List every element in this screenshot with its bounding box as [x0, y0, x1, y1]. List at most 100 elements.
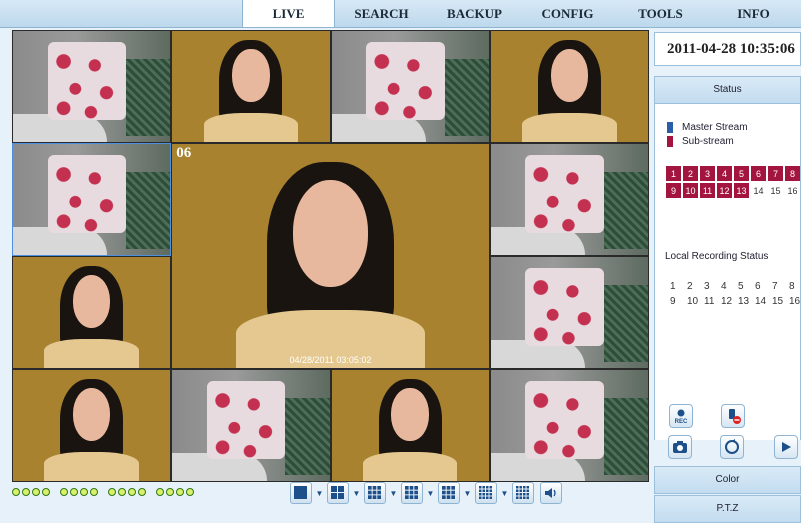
layout-dropdown-arrow[interactable]: ▼ [386, 489, 401, 498]
stream-channel: 4 [717, 166, 732, 181]
recording-channel: 10 [687, 296, 699, 307]
camera-tile-featured[interactable]: 06 04/28/2011 03:05:02 [171, 143, 490, 369]
right-sidebar: 2011-04-28 10:35:06 Status Master Stream… [654, 30, 801, 523]
main-tabs: LIVE SEARCH BACKUP CONFIG TOOLS INFO [242, 0, 800, 27]
channel-led [156, 488, 164, 496]
led-spacer [148, 488, 156, 496]
channel-led [60, 488, 68, 496]
svg-text:REC: REC [675, 419, 688, 425]
layout-16-button[interactable] [512, 482, 534, 504]
scene-bag [47, 155, 127, 233]
layout-dropdown-arrow[interactable]: ▼ [460, 489, 475, 498]
stream-channel: 13 [734, 183, 749, 198]
tab-live[interactable]: LIVE [242, 0, 335, 27]
stream-channel-grid: 1 2 3 4 5 6 7 8 9 10 11 12 13 14 15 16 [666, 166, 800, 198]
recording-channel: 9 [670, 296, 676, 307]
stream-channel: 16 [787, 185, 798, 196]
layout-grid-icon [294, 486, 307, 499]
local-recording-title: Local Recording Status [665, 251, 769, 262]
camera-tile[interactable] [489, 143, 649, 256]
channel-led [80, 488, 88, 496]
camera-tile[interactable] [330, 369, 490, 482]
tab-tools[interactable]: TOOLS [614, 0, 707, 27]
record-button[interactable]: REC [669, 404, 693, 428]
layout-dropdown-arrow[interactable]: ▼ [497, 489, 512, 498]
sub-stream-legend: Sub-stream [667, 136, 734, 147]
top-nav-bar: LIVE SEARCH BACKUP CONFIG TOOLS INFO [0, 0, 801, 28]
ptz-panel-header[interactable]: P.T.Z [654, 495, 801, 523]
stream-channel: 2 [683, 166, 698, 181]
layout-4-button[interactable] [327, 482, 349, 504]
featured-channel-label: 06 [176, 145, 192, 161]
channel-led [32, 488, 40, 496]
bottom-toolbar: ▼ ▼ ▼ ▼ ▼ ▼ [12, 482, 652, 512]
stream-channel: 10 [683, 183, 698, 198]
audio-button[interactable] [540, 482, 562, 504]
scene-body [44, 452, 139, 481]
color-panel-header[interactable]: Color [654, 466, 801, 494]
stream-channel: 14 [753, 185, 764, 196]
scene-bag [525, 155, 604, 233]
layout-1-button[interactable] [290, 482, 312, 504]
stream-channel: 9 [666, 183, 681, 198]
status-panel-header[interactable]: Status [654, 76, 801, 104]
camera-tile[interactable] [12, 256, 172, 369]
layout-8-button[interactable] [401, 482, 423, 504]
layout-13-button[interactable] [475, 482, 497, 504]
recording-channel: 11 [704, 296, 715, 307]
recording-channel-grid: 1 2 3 4 5 6 7 8 9 10 11 12 13 14 15 16 [670, 279, 801, 309]
channel-led [108, 488, 116, 496]
camera-icon [673, 441, 687, 453]
scene-body [203, 113, 299, 142]
channel-led [186, 488, 194, 496]
camera-tile[interactable] [330, 30, 490, 143]
layout-grid-icon [405, 486, 418, 499]
recording-channel: 12 [721, 296, 733, 307]
scene-body [44, 339, 139, 368]
camera-tile[interactable] [12, 369, 172, 482]
camera-tile[interactable] [171, 30, 331, 143]
speaker-icon [545, 488, 556, 498]
camera-tile[interactable] [489, 256, 649, 369]
stream-channel: 6 [751, 166, 766, 181]
recording-channel: 15 [772, 296, 784, 307]
stop-record-icon [729, 409, 741, 424]
tab-config[interactable]: CONFIG [521, 0, 614, 27]
scene-body [522, 113, 617, 142]
scene-body [362, 452, 458, 481]
led-spacer [100, 488, 108, 496]
camera-tile[interactable] [12, 30, 172, 143]
scene-basket [603, 397, 648, 476]
play-button[interactable] [774, 435, 798, 459]
tab-info[interactable]: INFO [707, 0, 800, 27]
layout-grid-icon [516, 486, 529, 499]
camera-grid: 06 04/28/2011 03:05:02 [12, 30, 649, 482]
sequence-button[interactable] [720, 435, 744, 459]
tab-backup[interactable]: BACKUP [428, 0, 521, 27]
layout-grid-icon [479, 486, 492, 499]
stream-channel: 7 [768, 166, 783, 181]
snapshot-button[interactable] [668, 435, 692, 459]
channel-led [22, 488, 30, 496]
layout-9-button[interactable] [438, 482, 460, 504]
layout-6-button[interactable] [364, 482, 386, 504]
camera-tile[interactable] [171, 369, 331, 482]
camera-tile[interactable] [489, 30, 649, 143]
camera-tile[interactable] [12, 143, 172, 256]
stream-channel: 5 [734, 166, 749, 181]
master-stream-swatch [667, 122, 673, 133]
camera-tile[interactable] [489, 369, 649, 482]
layout-dropdown-arrow[interactable]: ▼ [312, 489, 327, 498]
layout-buttons: ▼ ▼ ▼ ▼ ▼ ▼ [290, 482, 562, 504]
layout-dropdown-arrow[interactable]: ▼ [423, 489, 438, 498]
channel-led [118, 488, 126, 496]
layout-dropdown-arrow[interactable]: ▼ [349, 489, 364, 498]
led-spacer [52, 488, 60, 496]
stop-record-button[interactable] [721, 404, 745, 428]
status-panel: Master Stream Sub-stream 1 2 3 4 5 6 7 8 9 10 11 12… [654, 104, 801, 440]
scene-face [232, 48, 270, 103]
scene-bag [47, 42, 127, 120]
tab-search[interactable]: SEARCH [335, 0, 428, 27]
scene-basket [603, 284, 648, 363]
layout-grid-icon [331, 486, 344, 499]
